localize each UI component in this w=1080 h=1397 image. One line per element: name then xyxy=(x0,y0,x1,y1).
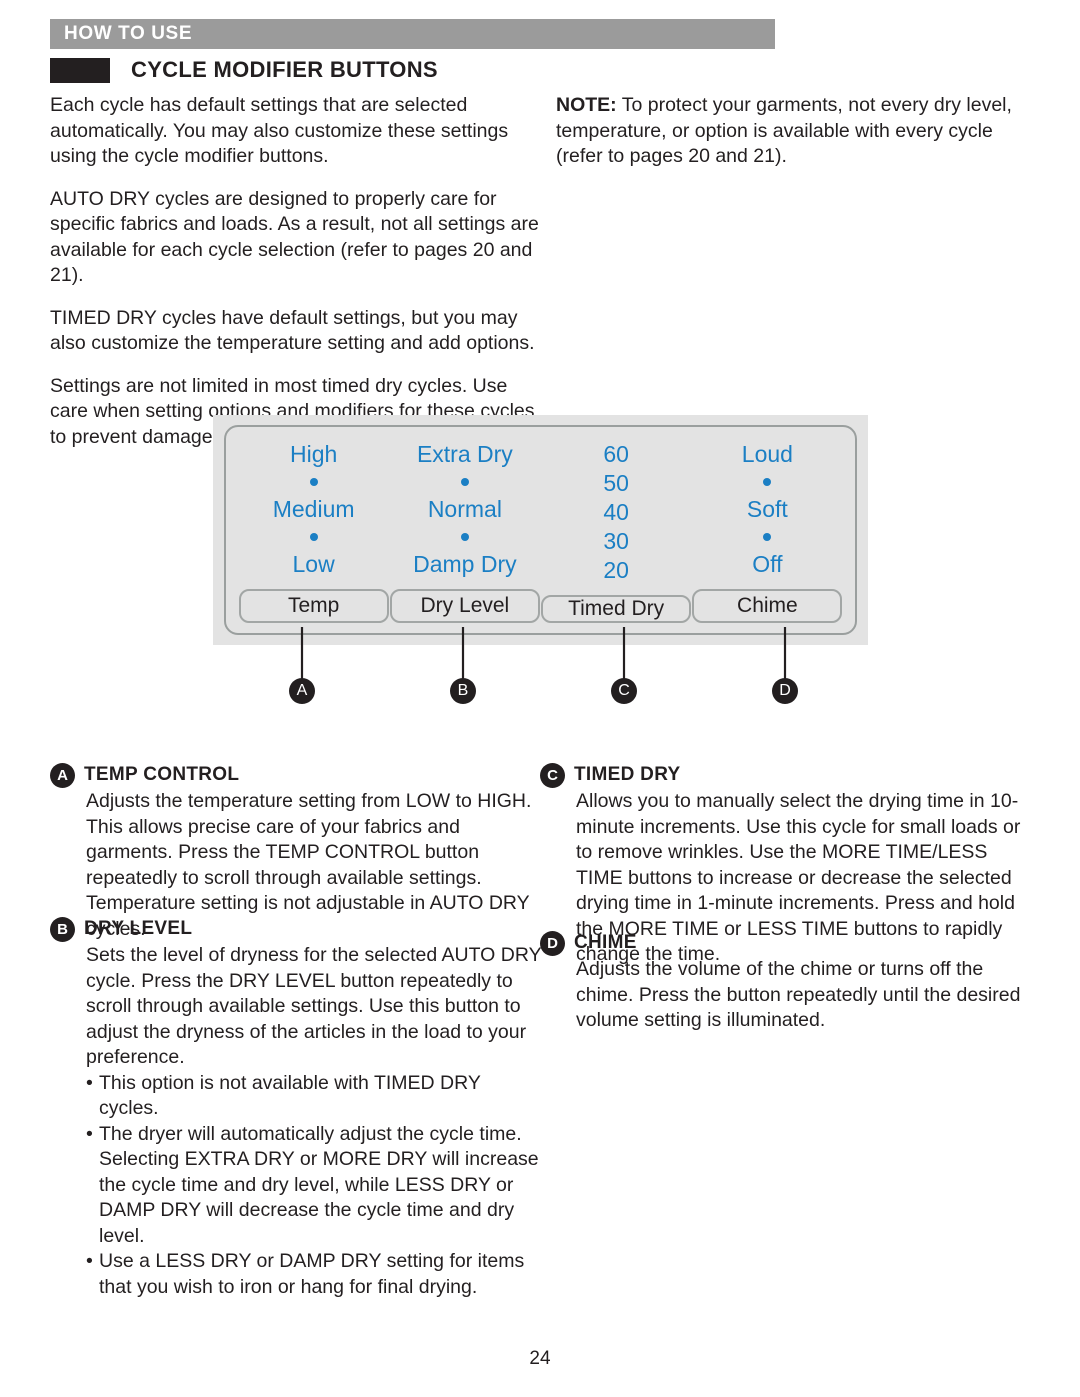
page-number: 24 xyxy=(529,1348,551,1369)
bullet-item: This option is not available with TIMED … xyxy=(86,1071,545,1122)
panel-column-temp: High Medium Low Temp xyxy=(238,440,389,623)
callout-badge-d: D xyxy=(772,678,798,704)
panel-option-label: Off xyxy=(752,550,783,577)
panel-option-label: Extra Dry xyxy=(416,441,513,467)
section-chime: D CHIME Adjusts the volume of the chime … xyxy=(540,930,1030,1034)
dot-icon xyxy=(460,477,469,486)
note-label: NOTE: xyxy=(556,94,617,116)
note-paragraph: NOTE: To protect your garments, not ever… xyxy=(556,93,1036,170)
intro-paragraph: AUTO DRY cycles are designed to properly… xyxy=(50,187,539,287)
panel-indicator-dot xyxy=(309,524,318,550)
dot-icon xyxy=(460,532,469,541)
title-swatch-icon xyxy=(50,57,110,83)
section-badge-d: D xyxy=(540,931,565,956)
panel-option-label: Damp Dry xyxy=(413,550,517,577)
panel-option: 60 xyxy=(603,440,629,469)
page-title: CYCLE MODIFIER BUTTONS xyxy=(131,57,438,82)
panel-option-label: Loud xyxy=(741,441,793,467)
section-body: Sets the level of dryness for the select… xyxy=(86,944,542,1068)
section-temp-control: A TEMP CONTROL Adjusts the temperature s… xyxy=(50,762,545,942)
panel-option: Medium xyxy=(273,495,355,524)
panel-option: Low xyxy=(293,550,335,579)
panel-indicator-dot xyxy=(309,469,318,495)
intro-column-left: Each cycle has default settings that are… xyxy=(50,93,540,450)
panel-option: 50 xyxy=(603,469,629,498)
dot-icon xyxy=(309,477,318,486)
section-badge-c: C xyxy=(540,763,565,788)
intro-column-right: NOTE: To protect your garments, not ever… xyxy=(556,93,1036,170)
bullet-item: Use a LESS DRY or DAMP DRY setting for i… xyxy=(86,1249,545,1300)
manual-page: HOW TO USE CYCLE MODIFIER BUTTONS Each c… xyxy=(0,0,1080,1397)
panel-option: Soft xyxy=(747,495,788,524)
section-header-bar: HOW TO USE xyxy=(50,19,775,49)
section-title: DRY LEVEL xyxy=(84,918,193,939)
panel-option-label: Normal xyxy=(427,495,502,522)
control-panel-diagram: High Medium Low Temp Extra Dry Normal Da… xyxy=(213,415,868,645)
panel-option-label: Soft xyxy=(746,495,788,522)
panel-option-label: High xyxy=(289,441,338,467)
note-text: To protect your garments, not every dry … xyxy=(556,94,1012,167)
callout-badge-c: C xyxy=(611,678,637,704)
section-title: CHIME xyxy=(574,932,637,953)
panel-option: Off xyxy=(752,550,782,579)
panel-column-timed-dry: 60 50 40 30 20 Timed Dry xyxy=(541,440,692,623)
panel-option-label: 20 xyxy=(603,557,629,583)
section-badge-b: B xyxy=(50,917,75,942)
panel-option: Damp Dry xyxy=(413,550,517,579)
control-panel-columns: High Medium Low Temp Extra Dry Normal Da… xyxy=(226,427,855,633)
section-dry-level: B DRY LEVEL Sets the level of dryness fo… xyxy=(50,916,545,1300)
panel-column-dry-level: Extra Dry Normal Damp Dry Dry Level xyxy=(389,440,540,623)
control-panel-body: High Medium Low Temp Extra Dry Normal Da… xyxy=(224,425,857,635)
panel-option-label: 60 xyxy=(603,441,629,467)
bullet-item: The dryer will automatically adjust the … xyxy=(86,1122,545,1250)
panel-indicator-dot xyxy=(460,524,469,550)
section-heading: C TIMED DRY xyxy=(540,762,1030,788)
panel-button-chime[interactable]: Chime xyxy=(692,588,843,623)
panel-option-label: Low xyxy=(292,550,335,577)
panel-option: 30 xyxy=(603,527,629,556)
section-bullet-list: This option is not available with TIMED … xyxy=(50,1071,545,1301)
section-title: TIMED DRY xyxy=(574,764,681,785)
panel-option: 20 xyxy=(603,556,629,585)
panel-column-chime: Loud Soft Off Chime xyxy=(692,440,843,623)
panel-option-label: 30 xyxy=(603,528,629,554)
section-heading: D CHIME xyxy=(540,930,1030,956)
panel-option: Extra Dry xyxy=(417,440,513,469)
panel-indicator-dot xyxy=(460,469,469,495)
dot-icon xyxy=(309,532,318,541)
section-header-label: HOW TO USE xyxy=(64,23,193,44)
page-title-row: CYCLE MODIFIER BUTTONS xyxy=(50,57,438,83)
dot-icon xyxy=(763,532,772,541)
panel-option: High xyxy=(290,440,337,469)
callout-badge-b: B xyxy=(450,678,476,704)
section-badge-a: A xyxy=(50,763,75,788)
intro-paragraph: Each cycle has default settings that are… xyxy=(50,94,509,167)
panel-option: Loud xyxy=(742,440,793,469)
intro-paragraph: TIMED DRY cycles have default settings, … xyxy=(50,306,535,355)
panel-option-label: Medium xyxy=(272,495,355,522)
panel-indicator-dot xyxy=(763,469,772,495)
dot-icon xyxy=(763,477,772,486)
panel-button-timed-dry[interactable]: Timed Dry xyxy=(541,595,692,623)
panel-button-dry-level[interactable]: Dry Level xyxy=(389,588,540,623)
panel-option: Normal xyxy=(428,495,502,524)
panel-option-label: 50 xyxy=(603,470,629,496)
panel-indicator-dot xyxy=(763,524,772,550)
panel-option: 40 xyxy=(603,498,629,527)
panel-button-temp[interactable]: Temp xyxy=(238,588,389,623)
section-heading: A TEMP CONTROL xyxy=(50,762,545,788)
section-title: TEMP CONTROL xyxy=(84,764,240,785)
callout-badge-a: A xyxy=(289,678,315,704)
panel-option-label: 40 xyxy=(603,499,629,525)
section-heading: B DRY LEVEL xyxy=(50,916,545,942)
section-body: Adjusts the volume of the chime or turns… xyxy=(576,958,1021,1031)
